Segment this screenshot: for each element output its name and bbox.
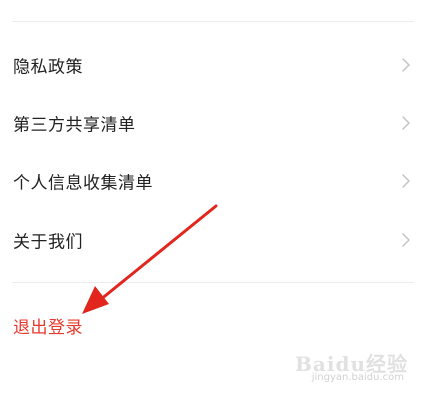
- menu-item-label: 关于我们: [13, 232, 83, 253]
- menu-item-label: 个人信息收集清单: [13, 173, 153, 194]
- bottom-divider: [12, 282, 414, 283]
- watermark: Baidu经验 jingyan.baidu.com: [295, 348, 408, 388]
- watermark-site: jingyan.baidu.com: [311, 372, 404, 383]
- chevron-right-icon: [402, 233, 410, 247]
- chevron-right-icon: [402, 174, 410, 188]
- logout-button[interactable]: 退出登录: [13, 313, 83, 338]
- chevron-right-icon: [402, 116, 410, 130]
- menu-item-personal-info-collection[interactable]: 个人信息收集清单: [0, 152, 430, 210]
- chevron-right-icon: [402, 58, 410, 72]
- menu-item-label: 隐私政策: [13, 57, 83, 78]
- menu-item-privacy-policy[interactable]: 隐私政策: [0, 36, 430, 94]
- menu-item-about-us[interactable]: 关于我们: [0, 211, 430, 269]
- settings-screen: 隐私政策 第三方共享清单 个人信息收集清单 关于我们 退出登录 Baidu经验 …: [0, 0, 430, 404]
- menu-item-third-party-sharing[interactable]: 第三方共享清单: [0, 94, 430, 152]
- menu-item-label: 第三方共享清单: [13, 115, 136, 136]
- top-divider: [12, 21, 414, 22]
